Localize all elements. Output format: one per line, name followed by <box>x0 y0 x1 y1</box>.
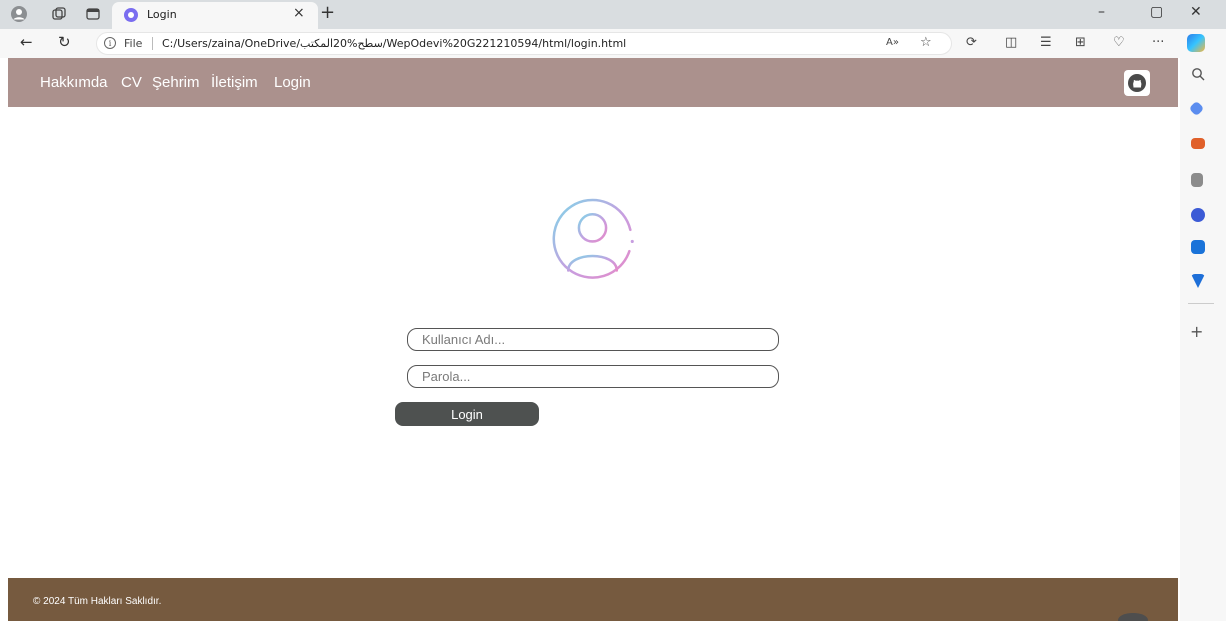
copilot-icon[interactable] <box>1187 34 1205 52</box>
site-footer: © 2024 Tüm Hakları Saklıdır. <box>8 578 1178 621</box>
username-input[interactable] <box>407 328 779 351</box>
browser-sidebar: + <box>1180 58 1226 621</box>
favorites-icon[interactable]: ☰ <box>1040 35 1052 50</box>
file-label: File <box>124 37 143 50</box>
url-text[interactable]: C:/Users/zaina/OneDrive/سطح%20المكتب/Wep… <box>162 37 626 50</box>
outlook-icon[interactable] <box>1191 240 1205 254</box>
browser-toolbar: ← ↻ i File C:/Users/zaina/OneDrive/سطح%2… <box>0 29 1226 58</box>
nav-link-cv[interactable]: CV <box>121 74 142 91</box>
tools-briefcase-icon[interactable] <box>1191 138 1205 149</box>
web-page: Hakkımda CV Şehrim İletişim Login Login <box>8 58 1178 621</box>
restore-button[interactable]: ▢ <box>1150 4 1163 20</box>
nav-link-login[interactable]: Login <box>274 74 311 91</box>
site-navbar: Hakkımda CV Şehrim İletişim Login <box>8 58 1178 107</box>
new-tab-button[interactable]: + <box>320 2 335 23</box>
password-input[interactable] <box>407 365 779 388</box>
address-bar[interactable]: i File C:/Users/zaina/OneDrive/سطح%20الم… <box>96 32 952 55</box>
user-avatar-icon <box>552 198 634 279</box>
collections-icon[interactable]: ⊞ <box>1075 35 1086 50</box>
favorite-star-icon[interactable]: ☆ <box>920 35 932 50</box>
address-divider <box>152 37 153 50</box>
drop-icon[interactable] <box>1191 274 1205 288</box>
github-icon[interactable] <box>1124 70 1150 96</box>
tab-close-icon[interactable]: × <box>293 5 305 21</box>
refresh-button[interactable]: ↻ <box>58 33 71 51</box>
games-icon[interactable] <box>1191 173 1203 187</box>
extensions-icon[interactable]: ⟳ <box>966 35 977 50</box>
nav-link-hakkimda[interactable]: Hakkımda <box>40 74 108 91</box>
sidebar-add-button[interactable]: + <box>1190 322 1203 341</box>
login-button[interactable]: Login <box>395 402 539 426</box>
tab-title: Login <box>147 8 177 21</box>
read-aloud-icon[interactable]: A» <box>886 37 899 48</box>
search-icon[interactable] <box>1191 67 1205 81</box>
footer-copyright: © 2024 Tüm Hakları Saklıdır. <box>33 596 162 607</box>
microsoft-365-icon[interactable] <box>1191 208 1205 222</box>
shopping-tag-icon[interactable] <box>1188 100 1205 117</box>
workspaces-icon[interactable] <box>50 5 68 23</box>
info-icon[interactable]: i <box>104 37 116 49</box>
nav-link-sehrim[interactable]: Şehrim <box>152 74 200 91</box>
tab-login[interactable]: Login × <box>112 2 318 29</box>
tab-favicon-icon <box>124 8 138 22</box>
close-window-button[interactable]: ✕ <box>1190 4 1202 20</box>
more-options-icon[interactable]: ··· <box>1152 35 1164 50</box>
scroll-top-icon[interactable] <box>1118 613 1148 621</box>
back-button[interactable]: ← <box>20 33 33 51</box>
tab-actions-icon[interactable] <box>84 5 102 23</box>
nav-link-iletisim[interactable]: İletişim <box>211 74 258 91</box>
minimize-button[interactable]: – <box>1098 4 1105 20</box>
sidebar-divider <box>1188 303 1214 304</box>
tab-strip: Login × + – ▢ ✕ <box>0 0 1226 29</box>
split-screen-icon[interactable]: ◫ <box>1005 35 1017 50</box>
browser-essentials-icon[interactable]: ♡ <box>1113 35 1125 50</box>
profile-icon[interactable] <box>10 5 28 23</box>
